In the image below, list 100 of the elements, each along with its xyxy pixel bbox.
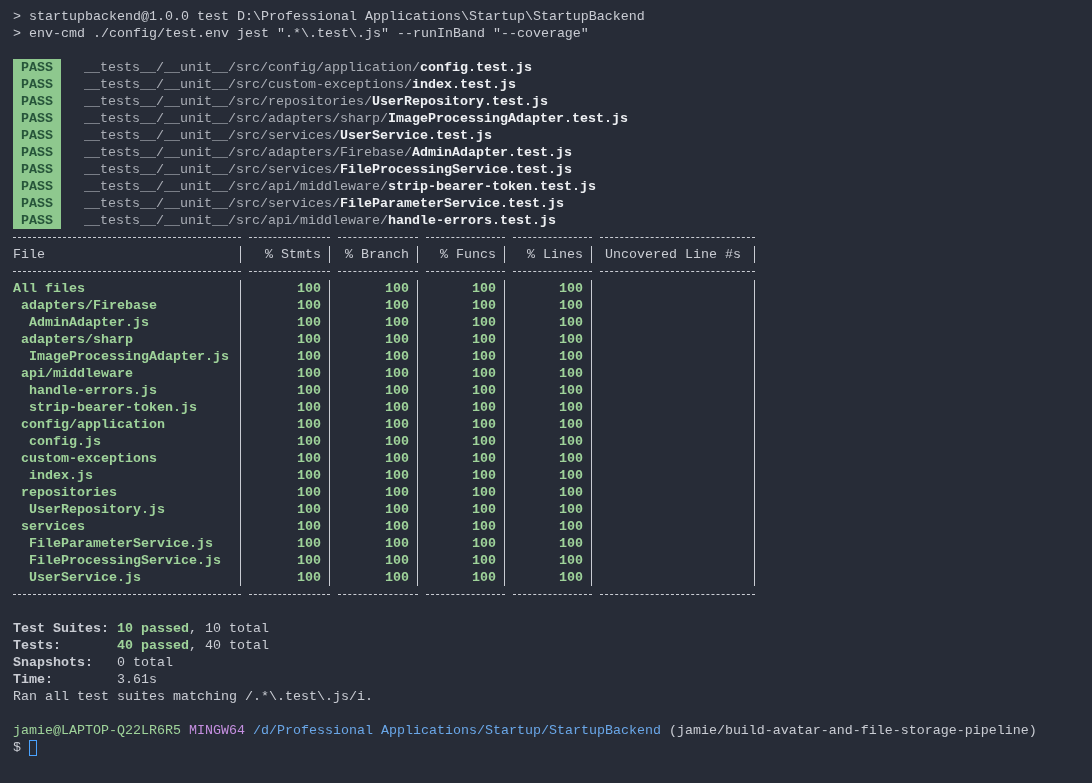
test-file: UserRepository.test.js xyxy=(371,93,548,110)
prompt-path: /d/Professional Applications/Startup/StartupBackend xyxy=(252,722,661,739)
status-badge: PASS xyxy=(13,212,61,229)
coverage-value: 100 xyxy=(385,484,409,501)
coverage-value: 100 xyxy=(472,331,496,348)
column-header: Uncovered Line #s xyxy=(605,246,741,263)
file-name: UserService.js xyxy=(29,569,141,586)
file-name: config.js xyxy=(29,433,101,450)
file-name: adapters/Firebase xyxy=(21,297,157,314)
coverage-value: 100 xyxy=(559,518,583,535)
command-line: > env-cmd ./config/test.env jest ".*\.test\.js" --runInBand "--coverage" xyxy=(13,25,589,42)
test-path: __tests__/__unit__/src/api/middleware/ xyxy=(84,212,388,229)
coverage-value: 100 xyxy=(297,348,321,365)
prompt-shell: MINGW64 xyxy=(188,722,245,739)
column-header: % Branch xyxy=(345,246,409,263)
coverage-value: 100 xyxy=(559,331,583,348)
coverage-value: 100 xyxy=(385,314,409,331)
coverage-value: 100 xyxy=(385,399,409,416)
coverage-value: 100 xyxy=(385,450,409,467)
summary-label: Snapshots: xyxy=(13,654,94,671)
coverage-value: 100 xyxy=(297,365,321,382)
coverage-value: 100 xyxy=(472,365,496,382)
coverage-value: 100 xyxy=(559,535,583,552)
status-badge: PASS xyxy=(13,110,61,127)
coverage-value: 100 xyxy=(385,501,409,518)
file-name: adapters/sharp xyxy=(21,331,133,348)
coverage-value: 100 xyxy=(297,535,321,552)
ran-message: Ran all test suites matching /.*\.test\.js/i. xyxy=(13,688,373,705)
file-name: services xyxy=(21,518,85,535)
coverage-value: 100 xyxy=(472,484,496,501)
status-badge: PASS xyxy=(13,161,61,178)
coverage-value: 100 xyxy=(559,365,583,382)
summary-value: , 40 total xyxy=(189,637,269,654)
coverage-value: 100 xyxy=(472,348,496,365)
summary-label: Tests: xyxy=(13,637,62,654)
coverage-value: 100 xyxy=(297,569,321,586)
coverage-value: 100 xyxy=(297,331,321,348)
status-badge: PASS xyxy=(13,93,61,110)
file-name: custom-exceptions xyxy=(21,450,157,467)
coverage-value: 100 xyxy=(472,535,496,552)
test-file: handle-errors.test.js xyxy=(387,212,556,229)
coverage-value: 100 xyxy=(297,518,321,535)
file-name: config/application xyxy=(21,416,165,433)
status-badge: PASS xyxy=(13,178,61,195)
coverage-value: 100 xyxy=(297,382,321,399)
file-name: All files xyxy=(13,280,85,297)
status-badge: PASS xyxy=(13,195,61,212)
test-file: UserService.test.js xyxy=(339,127,492,144)
coverage-value: 100 xyxy=(297,467,321,484)
summary-value: , 10 total xyxy=(189,620,269,637)
text-cursor xyxy=(29,739,37,756)
coverage-value: 100 xyxy=(297,450,321,467)
coverage-value: 100 xyxy=(559,416,583,433)
coverage-value: 100 xyxy=(559,501,583,518)
test-path: __tests__/__unit__/src/adapters/sharp/ xyxy=(84,110,388,127)
coverage-value: 100 xyxy=(472,518,496,535)
coverage-value: 100 xyxy=(472,382,496,399)
coverage-value: 100 xyxy=(559,450,583,467)
coverage-value: 100 xyxy=(559,569,583,586)
coverage-value: 100 xyxy=(385,331,409,348)
file-name: FileProcessingService.js xyxy=(29,552,221,569)
coverage-value: 100 xyxy=(385,297,409,314)
coverage-value: 100 xyxy=(385,365,409,382)
file-name: AdminAdapter.js xyxy=(29,314,149,331)
coverage-value: 100 xyxy=(297,484,321,501)
coverage-value: 100 xyxy=(472,450,496,467)
coverage-value: 100 xyxy=(472,552,496,569)
coverage-value: 100 xyxy=(559,433,583,450)
coverage-value: 100 xyxy=(472,467,496,484)
coverage-value: 100 xyxy=(297,297,321,314)
coverage-value: 100 xyxy=(472,399,496,416)
coverage-value: 100 xyxy=(385,416,409,433)
coverage-value: 100 xyxy=(472,433,496,450)
prompt-symbol: $ xyxy=(13,739,21,756)
coverage-value: 100 xyxy=(297,399,321,416)
coverage-value: 100 xyxy=(472,280,496,297)
test-path: __tests__/__unit__/src/services/ xyxy=(84,161,340,178)
test-path: __tests__/__unit__/src/repositories/ xyxy=(84,93,372,110)
column-header: % Funcs xyxy=(440,246,496,263)
test-file: FileProcessingService.test.js xyxy=(339,161,572,178)
file-name: repositories xyxy=(21,484,117,501)
file-name: ImageProcessingAdapter.js xyxy=(29,348,229,365)
coverage-value: 100 xyxy=(559,399,583,416)
coverage-value: 100 xyxy=(472,314,496,331)
test-path: __tests__/__unit__/src/adapters/Firebase/ xyxy=(84,144,412,161)
test-path: __tests__/__unit__/src/services/ xyxy=(84,127,340,144)
coverage-value: 100 xyxy=(385,518,409,535)
column-header: % Stmts xyxy=(265,246,321,263)
test-file: ImageProcessingAdapter.test.js xyxy=(387,110,628,127)
coverage-value: 100 xyxy=(385,569,409,586)
test-path: __tests__/__unit__/src/api/middleware/ xyxy=(84,178,388,195)
coverage-value: 100 xyxy=(385,552,409,569)
coverage-value: 100 xyxy=(385,382,409,399)
prompt-branch: (jamie/build-avatar-and-file-storage-pipeline) xyxy=(668,722,1037,739)
coverage-value: 100 xyxy=(559,348,583,365)
summary-value: 3.61s xyxy=(117,671,157,688)
coverage-value: 100 xyxy=(297,501,321,518)
coverage-value: 100 xyxy=(559,280,583,297)
file-name: handle-errors.js xyxy=(29,382,157,399)
file-name: strip-bearer-token.js xyxy=(29,399,197,416)
